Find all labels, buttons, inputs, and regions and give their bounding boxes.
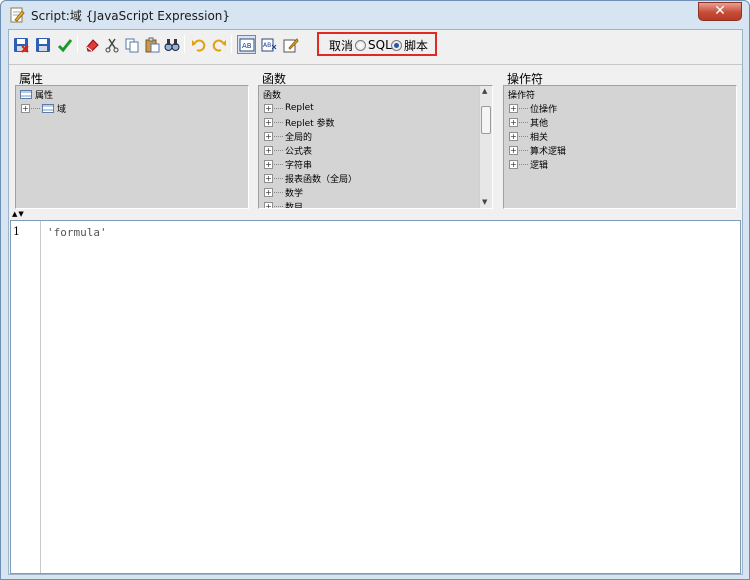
functions-tree[interactable]: 函数 + Replet + Replet 参数 + 全局的 + 公式表 + 字符串 + 报表函数（全局…: [258, 85, 493, 209]
toolbar: AB AB 取消 SQL 脚本: [9, 30, 742, 64]
redo-icon[interactable]: [209, 35, 228, 54]
tree-node-label: 位操作: [530, 104, 558, 115]
script-radio-option[interactable]: 脚本: [391, 37, 428, 53]
tree-node[interactable]: + 数学: [264, 185, 303, 199]
expand-icon[interactable]: +: [264, 159, 273, 169]
script-app-icon: [9, 7, 25, 23]
tree-node-label: 操作符: [508, 90, 536, 101]
expand-icon[interactable]: +: [264, 173, 273, 183]
tree-node[interactable]: + 算术逻辑: [509, 143, 566, 157]
scroll-up-arrow-icon[interactable]: ▲: [482, 87, 487, 95]
tree-node-label: 算术逻辑: [530, 146, 567, 157]
sql-radio-option[interactable]: SQL: [355, 37, 392, 53]
undo-icon[interactable]: [189, 35, 208, 54]
save-icon[interactable]: [33, 35, 52, 54]
expand-icon[interactable]: +: [264, 201, 273, 208]
tree-node-label: 函数: [263, 90, 282, 101]
tree-node-label: 相关: [530, 132, 549, 143]
tree-node-properties-root[interactable]: 属性: [20, 87, 53, 101]
sql-radio[interactable]: [355, 39, 366, 51]
tree-node[interactable]: + 全局的: [264, 129, 312, 143]
script-radio[interactable]: [391, 39, 402, 51]
expand-icon[interactable]: +: [21, 103, 30, 113]
splitter-arrows-icon[interactable]: ▲▼: [12, 210, 25, 218]
expand-icon[interactable]: +: [264, 103, 273, 113]
copy-icon[interactable]: [122, 35, 141, 54]
tree-node[interactable]: + 位操作: [509, 101, 557, 115]
script-mode-selector: 取消 SQL 脚本: [317, 32, 437, 56]
line-number: 1: [13, 225, 20, 238]
svg-text:AB: AB: [242, 42, 252, 50]
code-text[interactable]: 'formula': [47, 226, 107, 239]
tree-node-label: 报表函数（全局）: [285, 174, 358, 185]
paste-icon[interactable]: [142, 35, 161, 54]
tree-node-field[interactable]: + 域: [21, 101, 66, 115]
tree-node[interactable]: + 报表函数（全局）: [264, 171, 357, 185]
scroll-thumb[interactable]: [481, 106, 491, 134]
expand-icon[interactable]: +: [264, 131, 273, 141]
cancel-label: 取消: [329, 38, 354, 53]
tree-node-operators-root[interactable]: 操作符: [508, 87, 535, 101]
tree-node[interactable]: + Replet: [264, 101, 314, 115]
tree-node-label: 其他: [530, 118, 549, 129]
tree-node-label: 公式表: [285, 146, 313, 157]
pane-splitter[interactable]: ▲▼: [9, 210, 742, 220]
operators-tree[interactable]: 操作符 + 位操作 + 其他 + 相关 + 算术逻辑 + 逻辑: [503, 85, 737, 209]
tree-node-functions-root[interactable]: 函数: [263, 87, 281, 101]
window-title: Script:域 {JavaScript Expression}: [31, 9, 231, 23]
find-icon[interactable]: [162, 35, 181, 54]
expand-icon[interactable]: +: [509, 103, 518, 113]
check-icon[interactable]: [55, 35, 74, 54]
tree-node-label: 字符串: [285, 160, 313, 171]
tree-node-label: 数学: [285, 188, 304, 199]
expand-icon[interactable]: +: [509, 159, 518, 169]
edit-note-icon[interactable]: [281, 35, 300, 54]
script-label: 脚本: [404, 38, 429, 53]
cancel-option[interactable]: 取消: [329, 37, 353, 53]
cut-icon[interactable]: [102, 35, 121, 54]
expand-icon[interactable]: +: [509, 145, 518, 155]
tree-node-label: 逻辑: [530, 160, 549, 171]
expand-icon[interactable]: +: [264, 187, 273, 197]
tree-node[interactable]: + 其他: [509, 115, 548, 129]
close-button[interactable]: ✕: [698, 2, 742, 21]
title-bar[interactable]: Script:域 {JavaScript Expression} ✕: [1, 1, 749, 29]
script-editor[interactable]: 1 'formula': [10, 220, 741, 574]
tree-node[interactable]: + 公式表: [264, 143, 312, 157]
script-editor-mode-icon[interactable]: AB: [237, 35, 256, 54]
expand-icon[interactable]: +: [264, 145, 273, 155]
scroll-down-arrow-icon[interactable]: ▼: [482, 198, 487, 206]
expand-icon[interactable]: +: [264, 117, 273, 127]
script-dialog: Script:域 {JavaScript Expression} ✕ AB AB…: [0, 0, 750, 580]
tree-node-label: 全局的: [285, 132, 313, 143]
tree-node[interactable]: + 相关: [509, 129, 548, 143]
tree-node[interactable]: + Replet 参数: [264, 115, 335, 129]
tree-node[interactable]: + 逻辑: [509, 157, 548, 171]
sql-label: SQL: [368, 38, 392, 52]
tree-node-label: 数目: [285, 202, 304, 209]
expand-icon[interactable]: +: [509, 117, 518, 127]
table-icon: [20, 89, 32, 99]
save-close-icon[interactable]: [11, 35, 30, 54]
tree-node-label: Replet: [285, 103, 314, 113]
svg-text:AB: AB: [263, 42, 271, 49]
tree-node[interactable]: + 数目: [264, 199, 304, 209]
insert-function-icon[interactable]: AB: [259, 35, 278, 54]
properties-tree[interactable]: 属性 + 域: [15, 85, 249, 209]
tree-node[interactable]: + 字符串: [264, 157, 312, 171]
eraser-icon[interactable]: [82, 35, 101, 54]
tree-node-label: 属性: [35, 90, 54, 101]
expand-icon[interactable]: +: [509, 131, 518, 141]
line-number-gutter: 1: [11, 221, 41, 573]
functions-scrollbar[interactable]: ▲ ▼: [479, 86, 492, 208]
tree-node-label: 域: [57, 104, 67, 115]
dialog-client-area: AB AB 取消 SQL 脚本 属性 属性 + 域 函数 函数 + Replet…: [8, 29, 743, 575]
table-icon: [42, 103, 54, 113]
browser-panes: 属性 属性 + 域 函数 函数 + Replet + Replet 参数 + 全局的 + 公式…: [9, 64, 742, 212]
tree-node-label: Replet 参数: [285, 118, 335, 129]
